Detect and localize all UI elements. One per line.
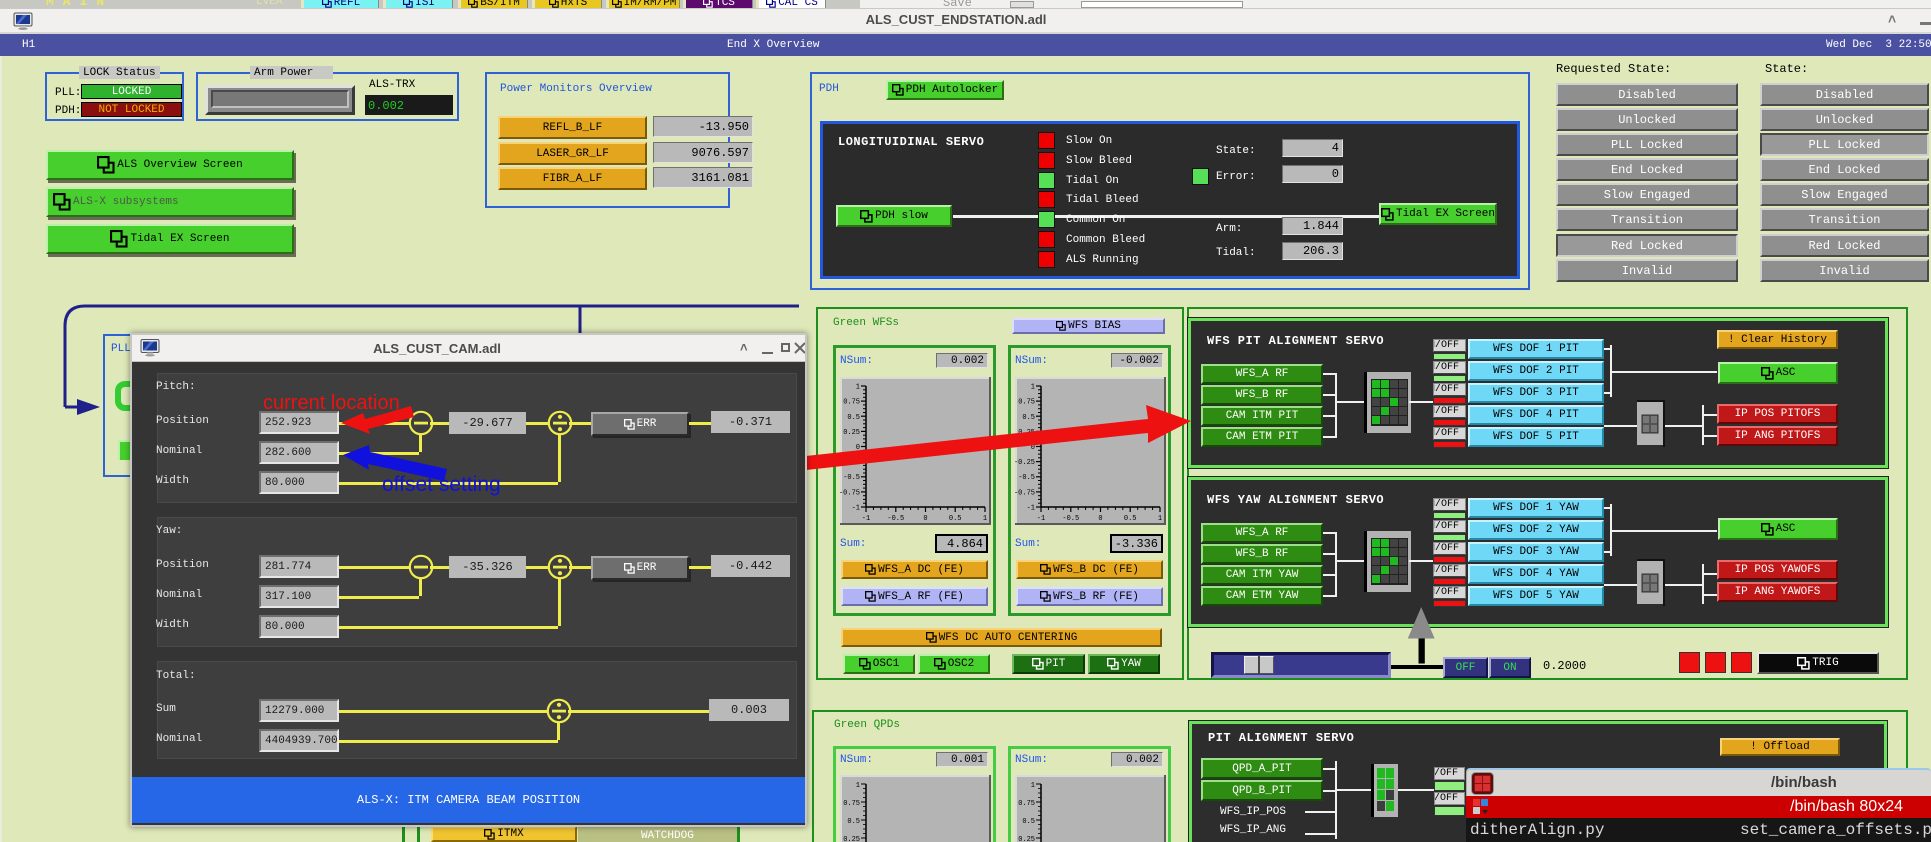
- svg-text:0.5: 0.5: [949, 515, 962, 523]
- svg-text:0.5: 0.5: [1124, 515, 1137, 523]
- svg-text:0.75: 0.75: [1018, 800, 1035, 808]
- svg-text:1: 1: [983, 515, 987, 523]
- svg-text:0.5: 0.5: [847, 818, 860, 826]
- svg-text:1: 1: [1031, 782, 1035, 790]
- svg-text:0.25: 0.25: [1018, 836, 1035, 842]
- svg-text:0: 0: [1098, 515, 1102, 523]
- svg-text:0: 0: [923, 515, 927, 523]
- svg-text:-0.5: -0.5: [887, 515, 904, 523]
- svg-text:-0.75: -0.75: [1015, 489, 1035, 497]
- svg-text:-0.75: -0.75: [840, 489, 860, 497]
- svg-text:0.5: 0.5: [1022, 818, 1035, 826]
- svg-text:-1: -1: [1037, 515, 1045, 523]
- svg-text:1: 1: [856, 384, 860, 392]
- svg-text:-1: -1: [1027, 505, 1035, 513]
- svg-text:-1: -1: [862, 515, 870, 523]
- svg-text:0.25: 0.25: [843, 836, 860, 842]
- svg-text:-1: -1: [852, 505, 860, 513]
- svg-text:0.75: 0.75: [843, 800, 860, 808]
- svg-text:-0.5: -0.5: [1062, 515, 1079, 523]
- svg-text:1: 1: [1158, 515, 1162, 523]
- svg-text:1: 1: [1031, 384, 1035, 392]
- svg-text:1: 1: [856, 782, 860, 790]
